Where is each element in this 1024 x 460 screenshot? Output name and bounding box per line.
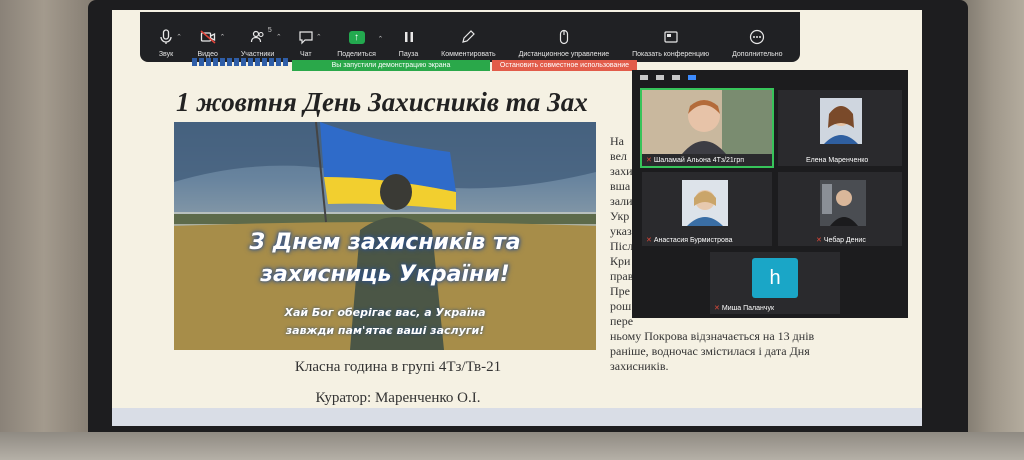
slide-progress-strip xyxy=(192,58,290,66)
desk-surface xyxy=(0,432,1024,460)
hero-blessing-line2: завжди пам'ятає ваші заслуги! xyxy=(285,324,485,337)
speaker-view-icon[interactable] xyxy=(656,74,664,80)
hero-greeting-line2: захисниць України! xyxy=(260,262,510,287)
window-icon xyxy=(663,29,679,45)
chevron-up-icon[interactable]: ⌃ xyxy=(176,33,182,41)
slide-caption-curator: Куратор: Маренченко О.І. xyxy=(315,390,481,406)
participant-tile[interactable]: ✕ Шаламай Альона 4Тз/21грп xyxy=(640,88,774,168)
participants-button[interactable]: 5 ⌃ Участники xyxy=(229,27,285,58)
participant-name: ✕ Миша Паланчук xyxy=(714,305,775,312)
muted-mic-icon: ✕ xyxy=(714,305,720,312)
participant-name: ✕ Шаламай Альона 4Тз/21грп xyxy=(646,157,745,164)
share-arrow-icon: ↑ xyxy=(348,31,365,44)
participant-name: ✕ Чебар Денис xyxy=(816,237,866,244)
screen: ⌃ Звук ⌃ Видео 5 ⌃ Участники ⌃ Чат ↑ ⌃ П… xyxy=(112,10,922,426)
video-off-icon xyxy=(200,29,216,45)
muted-mic-icon: ✕ xyxy=(646,237,652,244)
video-label: Видео xyxy=(197,51,218,58)
minimize-icon[interactable] xyxy=(640,74,648,80)
share-button[interactable]: ↑ ⌃ Поделиться xyxy=(326,31,388,58)
chevron-up-icon[interactable]: ⌃ xyxy=(377,35,383,43)
more-dots-icon xyxy=(749,29,765,45)
remote-control-button[interactable]: Дистанционное управление xyxy=(507,29,621,58)
participant-tile[interactable]: ✕ Чебар Денис xyxy=(778,172,902,246)
more-button[interactable]: Дополнительно xyxy=(721,29,794,58)
show-conference-button[interactable]: Показать конференцию xyxy=(621,29,721,58)
stop-sharing-button[interactable]: Остановить совместное использование xyxy=(492,60,637,71)
pause-button[interactable]: Пауза xyxy=(387,29,429,58)
chevron-up-icon[interactable]: ⌃ xyxy=(220,33,226,41)
show-conference-label: Показать конференцию xyxy=(632,51,710,58)
meeting-toolbar: ⌃ Звук ⌃ Видео 5 ⌃ Участники ⌃ Чат ↑ ⌃ П… xyxy=(140,12,800,62)
participant-tile[interactable]: h ✕ Миша Паланчук xyxy=(710,252,840,314)
more-label: Дополнительно xyxy=(732,51,783,58)
participants-label: Участники xyxy=(240,51,275,58)
muted-mic-icon: ✕ xyxy=(816,237,822,244)
body-line: ньому Покрова відзначається на 13 днів xyxy=(610,329,815,343)
thumbnail-view-icon[interactable] xyxy=(672,74,680,80)
hero-image: З Днем захисників та захисниць України! … xyxy=(174,122,596,350)
sharing-banner-text: Вы запустили демонстрацию экрана xyxy=(331,62,451,69)
chat-label: Чат xyxy=(299,51,312,58)
sharing-banner: Вы запустили демонстрацию экрана xyxy=(292,60,490,71)
pause-icon xyxy=(401,29,417,45)
participants-icon xyxy=(250,29,266,45)
slide-caption-class: Класна година в групі 4Тз/Тв-21 xyxy=(294,359,502,375)
share-label: Поделиться xyxy=(337,51,376,58)
annotate-button[interactable]: Комментировать xyxy=(430,29,507,58)
participant-tile[interactable]: ✕ Анастасия Бурмистрова xyxy=(642,172,772,246)
pencil-icon xyxy=(460,29,476,45)
participant-photo xyxy=(820,180,866,226)
gallery-view-switcher xyxy=(632,70,908,84)
participant-video xyxy=(642,90,772,154)
annotate-label: Комментировать xyxy=(441,51,496,58)
hero-blessing-line1: Хай Бог оберігає вас, а Україна xyxy=(284,306,486,319)
video-gallery-panel: ✕ Шаламай Альона 4Тз/21грп Елена Маренчен… xyxy=(632,70,908,318)
mouse-icon xyxy=(556,29,572,45)
audio-label: Звук xyxy=(158,51,174,58)
video-button[interactable]: ⌃ Видео xyxy=(186,29,229,58)
chat-button[interactable]: ⌃ Чат xyxy=(286,29,326,58)
chat-icon xyxy=(298,29,314,45)
participant-initial-avatar: h xyxy=(752,258,798,298)
chevron-up-icon[interactable]: ⌃ xyxy=(276,33,282,41)
stop-sharing-label: Остановить совместное использование xyxy=(499,62,630,69)
participant-photo xyxy=(682,180,728,226)
chevron-up-icon[interactable]: ⌃ xyxy=(316,33,322,41)
participant-tile[interactable]: Елена Маренченко xyxy=(778,90,902,166)
muted-mic-icon: ✕ xyxy=(646,157,652,164)
hero-greeting-line1: З Днем захисників та xyxy=(249,230,521,255)
microphone-icon xyxy=(158,29,174,45)
pause-label: Пауза xyxy=(398,51,419,58)
participant-name: ✕ Анастасия Бурмистрова xyxy=(646,237,733,244)
participants-count: 5 xyxy=(267,27,272,34)
screen-bottom-strip xyxy=(112,408,922,426)
body-line: раніше, водночас змістилася і дата Дня xyxy=(610,344,810,358)
audio-button[interactable]: ⌃ Звук xyxy=(146,29,186,58)
gallery-grid-icon[interactable] xyxy=(688,74,696,80)
participant-photo xyxy=(820,98,862,144)
participant-name: Елена Маренченко xyxy=(806,157,869,164)
remote-control-label: Дистанционное управление xyxy=(518,51,610,58)
